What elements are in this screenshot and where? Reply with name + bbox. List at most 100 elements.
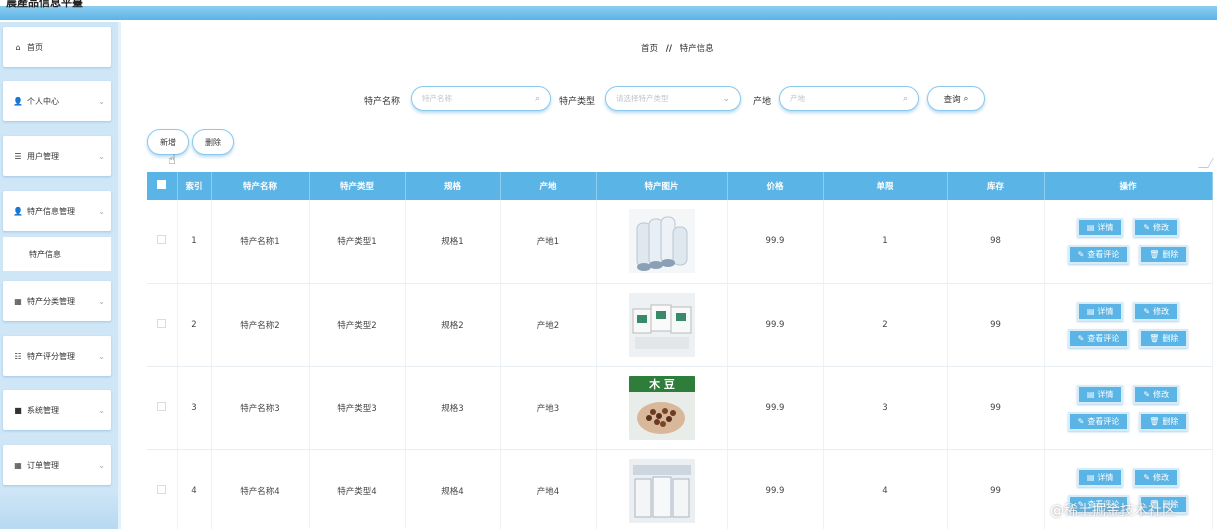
header-name: 特产名称 xyxy=(211,172,310,200)
cell-price: 99.9 xyxy=(727,283,824,367)
sidebar-item-label: 首页 xyxy=(27,42,43,52)
detail-button[interactable]: ▤ 详情 xyxy=(1076,218,1124,238)
delete-row-button[interactable]: 🗑 删除 xyxy=(1139,328,1189,348)
cell-image: 木 豆 xyxy=(596,366,728,450)
sidebar-item-label: 系统管理 xyxy=(27,405,59,415)
add-button[interactable]: 新增 xyxy=(147,129,189,155)
cell-image xyxy=(596,283,728,367)
edit-label: 修改 xyxy=(1153,306,1170,316)
select-all-checkbox[interactable] xyxy=(157,180,167,189)
trash-icon: 🗑 xyxy=(1149,250,1160,260)
row-checkbox[interactable] xyxy=(157,484,167,494)
product-image xyxy=(628,458,695,523)
origin-placeholder: 产地 xyxy=(790,94,805,103)
origin-search-input[interactable]: 产地 ⌕ xyxy=(779,86,919,111)
sidebar-item-product-info-management[interactable]: 👤 特产信息管理 ⌄ xyxy=(3,191,111,231)
add-button-label: 新增 xyxy=(160,137,176,147)
name-label: 特产名称 xyxy=(364,97,401,107)
cell-name: 特产名称1 xyxy=(211,200,310,284)
header-type: 特产类型 xyxy=(309,172,406,200)
origin-label: 产地 xyxy=(753,97,772,107)
cell-origin: 产地3 xyxy=(500,366,597,450)
sidebar-item-personal-center[interactable]: 👤 个人中心 ⌄ xyxy=(3,81,111,121)
chevron-down-icon: ⌄ xyxy=(98,206,105,216)
box-icon: ■ xyxy=(14,405,22,415)
chevron-down-icon: ⌄ xyxy=(98,405,105,415)
row-checkbox[interactable] xyxy=(157,401,167,411)
view-reviews-button[interactable]: ✎ 查看评论 xyxy=(1067,328,1130,348)
chevron-down-icon: ⌄ xyxy=(98,351,105,361)
edit-button[interactable]: ✎ 修改 xyxy=(1133,301,1180,321)
type-label: 特产类型 xyxy=(559,97,596,107)
sidebar-item-system-management[interactable]: ■ 系统管理 ⌄ xyxy=(3,390,111,430)
chevron-down-icon: ⌄ xyxy=(98,96,105,106)
header-image: 特产图片 xyxy=(596,172,728,200)
top-bar-stripe xyxy=(0,6,1217,20)
cell-limit: 1 xyxy=(823,200,948,284)
delete-row-button[interactable]: 🗑 删除 xyxy=(1139,411,1189,431)
sidebar-item-home[interactable]: ⌂ 首页 xyxy=(3,27,111,67)
delete-label: 删除 xyxy=(1162,250,1179,260)
detail-button[interactable]: ▤ 详情 xyxy=(1076,301,1124,321)
header-price: 价格 xyxy=(727,172,824,200)
cell-index: 3 xyxy=(177,366,212,450)
product-image: 木 豆 xyxy=(628,375,695,440)
reviews-label: 查看评论 xyxy=(1087,250,1120,260)
breadcrumb-home[interactable]: 首页 xyxy=(641,44,658,54)
cell-limit: 2 xyxy=(823,283,948,367)
query-button[interactable]: 查询 ⌕ xyxy=(927,86,985,111)
product-image-caption: 木 豆 xyxy=(648,377,675,391)
user-icon: 👤 xyxy=(13,206,23,216)
delete-row-button[interactable]: 🗑 删除 xyxy=(1139,245,1189,265)
delete-selected-button[interactable]: 删除 xyxy=(192,129,234,155)
sidebar-item-user-management[interactable]: ☰ 用户管理 ⌄ xyxy=(3,136,111,176)
cell-price: 99.9 xyxy=(727,449,824,529)
cell-image xyxy=(596,449,728,529)
search-icon: ⌕ xyxy=(963,93,969,104)
sidebar-item-rating-management[interactable]: ☷ 特产评分管理 ⌄ xyxy=(3,336,111,376)
detail-icon: ▤ xyxy=(1086,472,1095,482)
reviews-label: 查看评论 xyxy=(1087,416,1120,426)
row-checkbox[interactable] xyxy=(157,318,167,328)
select-all-cell[interactable] xyxy=(147,172,178,200)
type-select[interactable]: 请选择特产类型 ⌄ xyxy=(605,86,741,111)
sidebar-item-label: 用户管理 xyxy=(27,151,59,161)
cell-actions: ▤ 详情 ✎ 修改 ✎ 查看评论 🗑 删除 xyxy=(1044,283,1213,367)
name-search-input[interactable]: 特产名称 ⌕ xyxy=(411,86,551,111)
cell-type: 特产类型4 xyxy=(309,449,406,529)
detail-icon: ▤ xyxy=(1086,306,1095,316)
sidebar-subitem-label: 特产信息 xyxy=(29,249,61,259)
detail-button[interactable]: ▤ 详情 xyxy=(1076,384,1124,404)
breadcrumb-separator: // xyxy=(665,44,672,54)
product-image xyxy=(628,209,695,274)
detail-button[interactable]: ▤ 详情 xyxy=(1076,467,1124,487)
header-actions: 操作 xyxy=(1044,172,1213,200)
sidebar-subitem-product-info[interactable]: 特产信息 xyxy=(3,237,111,271)
edit-button[interactable]: ✎ 修改 xyxy=(1133,384,1180,404)
list-icon: ☰ xyxy=(14,151,22,161)
header-spec: 规格 xyxy=(405,172,501,200)
cell-stock: 99 xyxy=(947,449,1045,529)
sliders-icon: ☷ xyxy=(14,351,22,361)
cell-name: 特产名称3 xyxy=(211,366,310,450)
watermark: @稀土掘金技术社区 xyxy=(1050,503,1176,519)
sidebar-item-label: 特产分类管理 xyxy=(27,296,75,306)
cell-index: 4 xyxy=(177,449,212,529)
view-reviews-button[interactable]: ✎ 查看评论 xyxy=(1067,245,1130,265)
breadcrumb-current: 特产信息 xyxy=(679,44,714,54)
chevron-down-icon: ⌄ xyxy=(98,460,105,470)
edit-button[interactable]: ✎ 修改 xyxy=(1133,467,1180,487)
view-reviews-button[interactable]: ✎ 查看评论 xyxy=(1067,411,1130,431)
cell-name: 特产名称4 xyxy=(211,449,310,529)
sidebar-item-order-management[interactable]: ▦ 订单管理 ⌄ xyxy=(3,445,111,485)
home-icon: ⌂ xyxy=(15,42,21,52)
cell-stock: 98 xyxy=(947,200,1045,284)
cell-type: 特产类型2 xyxy=(309,283,406,367)
cell-image xyxy=(596,200,728,284)
delete-label: 删除 xyxy=(1162,333,1179,343)
sidebar-item-label: 特产评分管理 xyxy=(27,351,75,361)
row-checkbox[interactable] xyxy=(157,235,167,245)
edit-button[interactable]: ✎ 修改 xyxy=(1133,218,1180,238)
sidebar-item-category-management[interactable]: ▦ 特产分类管理 ⌄ xyxy=(3,281,111,321)
top-bar: 農產品信息平臺 xyxy=(0,0,1217,22)
